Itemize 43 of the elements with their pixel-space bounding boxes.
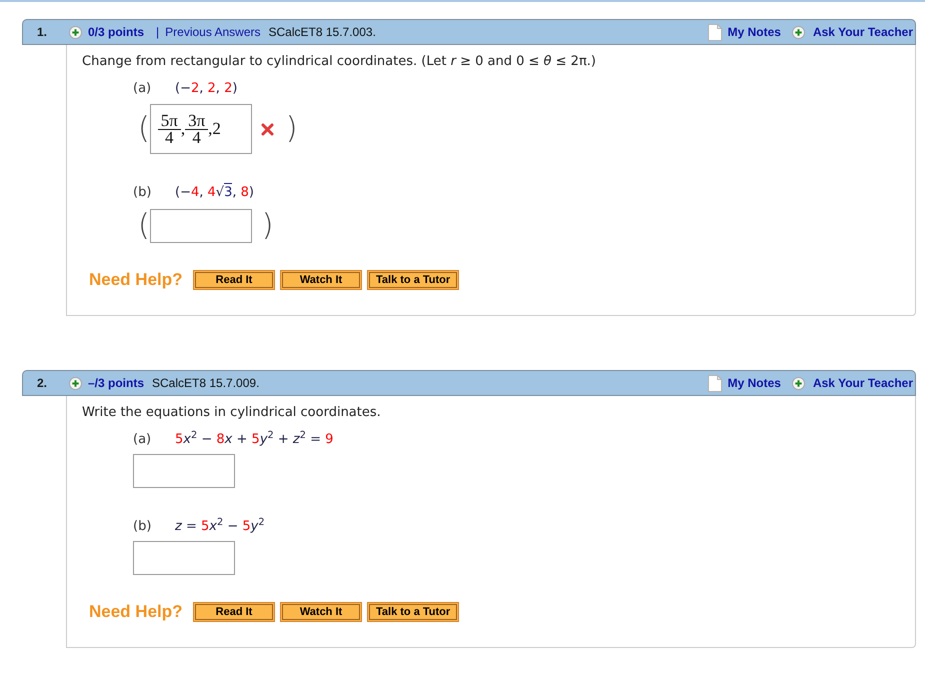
math-expression: (−2, 2, 2) — [175, 80, 238, 98]
help-button[interactable]: Read It — [193, 270, 275, 290]
question-prompt: Change from rectangular to cylindrical coordinates. (Let r ≥ 0 and 0 ≤ θ ≤ 2π.) — [82, 53, 597, 71]
question-number: 1. — [37, 24, 48, 41]
page-icon — [708, 374, 722, 392]
parenthesis: ( — [138, 209, 150, 243]
my-notes-link[interactable]: My Notes — [708, 374, 781, 392]
help-button[interactable]: Read It — [193, 602, 275, 622]
help-button[interactable]: Watch It — [280, 602, 362, 622]
my-notes-link[interactable]: My Notes — [708, 23, 781, 41]
answer-field[interactable] — [133, 541, 235, 575]
help-button[interactable]: Watch It — [280, 270, 362, 290]
question-number: 2. — [37, 375, 48, 392]
part-label: (a) — [133, 431, 152, 449]
ask-teacher-link[interactable]: Ask Your Teacher — [812, 374, 913, 392]
page-icon — [708, 24, 722, 40]
math-expression: 5x$^{2}$ − 8x + 5y$^{2}$ + z$^{2}$ = 9 — [175, 431, 334, 449]
previous-answers-link[interactable]: Previous Answers — [165, 23, 261, 41]
need-help-label: Need Help? — [89, 602, 184, 622]
plus-icon[interactable] — [69, 376, 82, 390]
plus-icon[interactable] — [792, 376, 805, 390]
parenthesis: ) — [262, 209, 274, 243]
source-label: SCalcET8 15.7.009. — [152, 375, 260, 392]
help-button[interactable]: Talk to a Tutor — [367, 602, 460, 622]
ask-teacher-link[interactable]: Ask Your Teacher — [812, 23, 913, 41]
plus-icon[interactable] — [792, 26, 805, 38]
source-label: SCalcET8 15.7.003. — [268, 24, 376, 41]
part-label: (b) — [133, 518, 152, 536]
parenthesis: ) — [286, 112, 298, 146]
points-link[interactable]: –/3 points — [88, 374, 144, 392]
separator: | — [156, 24, 160, 41]
answer-field[interactable] — [150, 209, 252, 243]
need-help-label: Need Help? — [89, 270, 184, 290]
help-button[interactable]: Talk to a Tutor — [367, 270, 460, 290]
part-label: (a) — [133, 80, 152, 98]
points-link[interactable]: 0/3 points — [88, 23, 144, 41]
parenthesis: ( — [138, 112, 150, 146]
question-prompt: Write the equations in cylindrical coordinates. — [82, 404, 382, 422]
answer-field[interactable] — [133, 454, 235, 488]
plus-icon[interactable] — [69, 26, 82, 38]
math-expression: (−4, 4√3, 8) — [175, 184, 254, 202]
part-label: (b) — [133, 184, 152, 202]
math-expression: z = 5x$^{2}$ − 5y$^{2}$ — [175, 518, 265, 536]
